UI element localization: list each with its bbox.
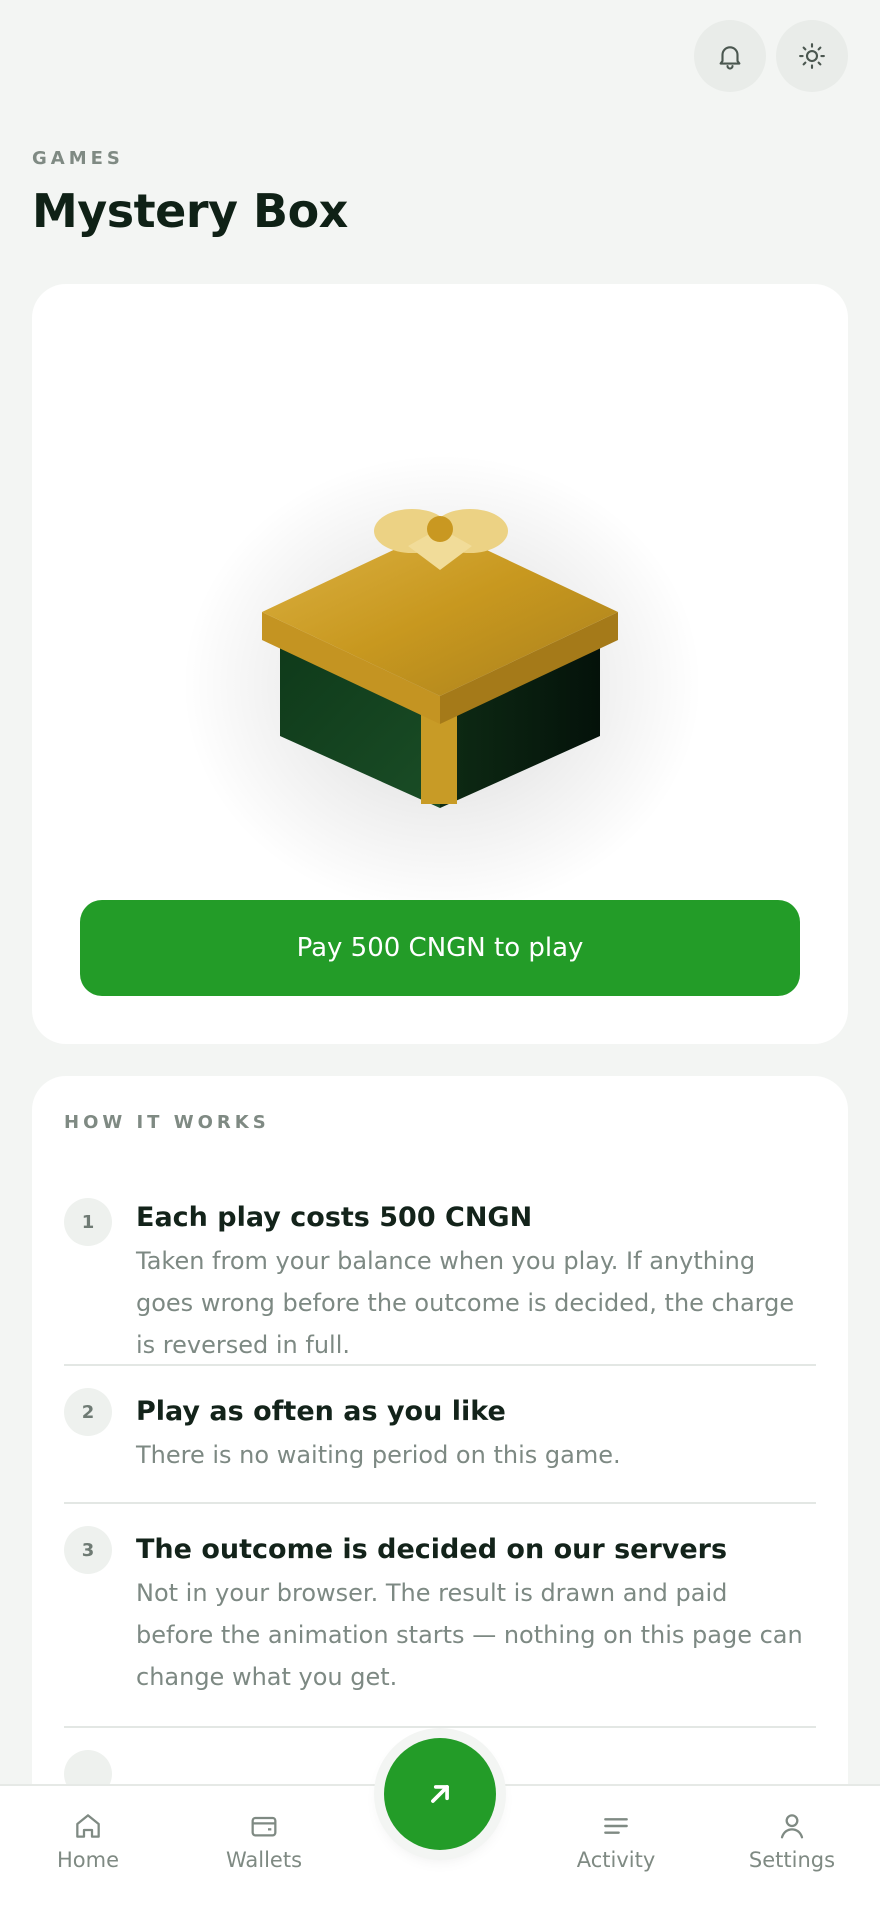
activity-icon bbox=[604, 1818, 628, 1834]
user-icon bbox=[780, 1814, 804, 1839]
theme-toggle-button[interactable] bbox=[776, 20, 848, 92]
how-it-works-heading: HOW IT WORKS bbox=[64, 1112, 270, 1133]
game-card: Pay 500 CNGN to play bbox=[32, 284, 848, 1044]
step-description-line: before the animation starts — nothing on… bbox=[136, 1621, 803, 1649]
home-icon bbox=[76, 1814, 100, 1838]
step-description: Taken from your balance when you play. I… bbox=[136, 1240, 816, 1366]
step-title: The outcome is decided on our servers bbox=[136, 1534, 728, 1565]
top-actions bbox=[694, 20, 848, 92]
bow-knot bbox=[427, 516, 453, 542]
nav-label: Wallets bbox=[225, 1848, 303, 1872]
mystery-box-illustration[interactable] bbox=[32, 284, 848, 904]
step-number: 2 bbox=[64, 1388, 112, 1436]
step-item: 3 The outcome is decided on our servers … bbox=[64, 1504, 816, 1728]
bell-icon bbox=[719, 46, 741, 70]
steps-list: 1 Each play costs 500 CNGN Taken from yo… bbox=[64, 1176, 816, 1828]
step-description-line: Taken from your balance when you play. I… bbox=[136, 1247, 756, 1275]
step-number: 3 bbox=[64, 1526, 112, 1574]
arrow-up-right-icon bbox=[431, 1785, 449, 1803]
step-description-line: goes wrong before the outcome is decided… bbox=[136, 1289, 795, 1317]
nav-item-home[interactable]: Home bbox=[18, 1810, 158, 1872]
step-item: 1 Each play costs 500 CNGN Taken from yo… bbox=[64, 1176, 816, 1366]
step-description-line: There is no waiting period on this game. bbox=[136, 1441, 621, 1469]
mystery-box-page: GAMES Mystery Box Pay 500 CNGN to play H… bbox=[0, 0, 880, 1912]
step-title: Play as often as you like bbox=[136, 1396, 506, 1427]
pay-to-play-button[interactable]: Pay 500 CNGN to play bbox=[80, 900, 800, 996]
step-description-line: is reversed in full. bbox=[136, 1331, 351, 1359]
step-description: Not in your browser. The result is drawn… bbox=[136, 1572, 816, 1698]
step-number: 1 bbox=[64, 1198, 112, 1246]
step-item: 2 Play as often as you like There is no … bbox=[64, 1366, 816, 1504]
sun-icon bbox=[799, 43, 825, 69]
send-fab-button[interactable] bbox=[384, 1738, 496, 1850]
box-ribbon bbox=[421, 714, 457, 804]
nav-label: Home bbox=[56, 1848, 119, 1872]
nav-label: Activity bbox=[576, 1848, 656, 1872]
step-description-line: change what you get. bbox=[136, 1663, 398, 1691]
nav-item-activity[interactable]: Activity bbox=[546, 1810, 686, 1872]
notifications-button[interactable] bbox=[694, 20, 766, 92]
step-title: Each play costs 500 CNGN bbox=[136, 1202, 533, 1233]
step-description: There is no waiting period on this game. bbox=[136, 1434, 816, 1476]
page-title: Mystery Box bbox=[32, 184, 348, 238]
step-description-line: Not in your browser. The result is drawn… bbox=[136, 1579, 728, 1607]
nav-label: Settings bbox=[748, 1848, 836, 1872]
section-eyebrow: GAMES bbox=[32, 148, 124, 169]
nav-item-settings[interactable]: Settings bbox=[722, 1810, 862, 1872]
wallet-icon bbox=[251, 1816, 277, 1837]
nav-item-wallets[interactable]: Wallets bbox=[194, 1810, 334, 1872]
